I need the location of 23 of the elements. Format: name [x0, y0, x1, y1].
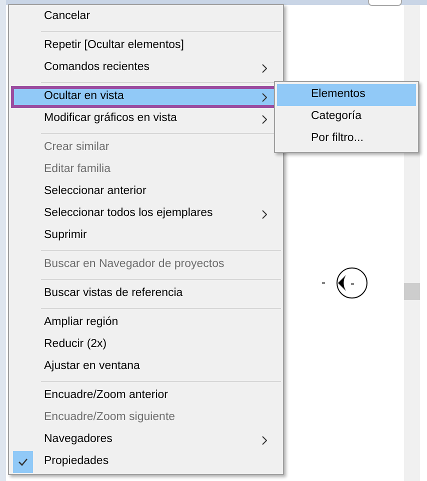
- chevron-right-icon: [262, 114, 267, 124]
- chevron-right-icon: [262, 210, 267, 218]
- menu-item[interactable]: Comandos recientes: [11, 57, 281, 79]
- chevron-right-icon: [262, 64, 267, 72]
- menu-item[interactable]: Cancelar: [11, 6, 281, 28]
- menu-item[interactable]: Seleccionar anterior: [11, 181, 281, 203]
- menu-item[interactable]: Buscar vistas de referencia: [11, 283, 281, 305]
- menu-item[interactable]: Suprimir: [11, 225, 281, 247]
- chevron-right-icon: [262, 92, 267, 102]
- menu-item[interactable]: Seleccionar todos los ejemplares: [11, 203, 281, 225]
- menu-item[interactable]: Ajustar en ventana: [11, 356, 281, 378]
- menu-item[interactable]: Encuadre/Zoom anterior: [11, 385, 281, 407]
- menu-item[interactable]: Ampliar región: [11, 312, 281, 334]
- submenu-item[interactable]: Elementos: [277, 84, 416, 106]
- checkmark-icon: [13, 451, 33, 473]
- scrollbar-thumb[interactable]: [404, 283, 420, 300]
- chevron-right-icon: [262, 436, 267, 444]
- section-tag-drawing: [320, 267, 370, 300]
- menu-item[interactable]: Reducir (2x): [11, 334, 281, 356]
- menu-item[interactable]: Navegadores: [11, 429, 281, 451]
- submenu-item[interactable]: Por filtro...: [277, 128, 416, 150]
- menu-item[interactable]: Propiedades: [11, 451, 281, 473]
- menu-item[interactable]: Repetir [Ocultar elementos]: [11, 35, 281, 57]
